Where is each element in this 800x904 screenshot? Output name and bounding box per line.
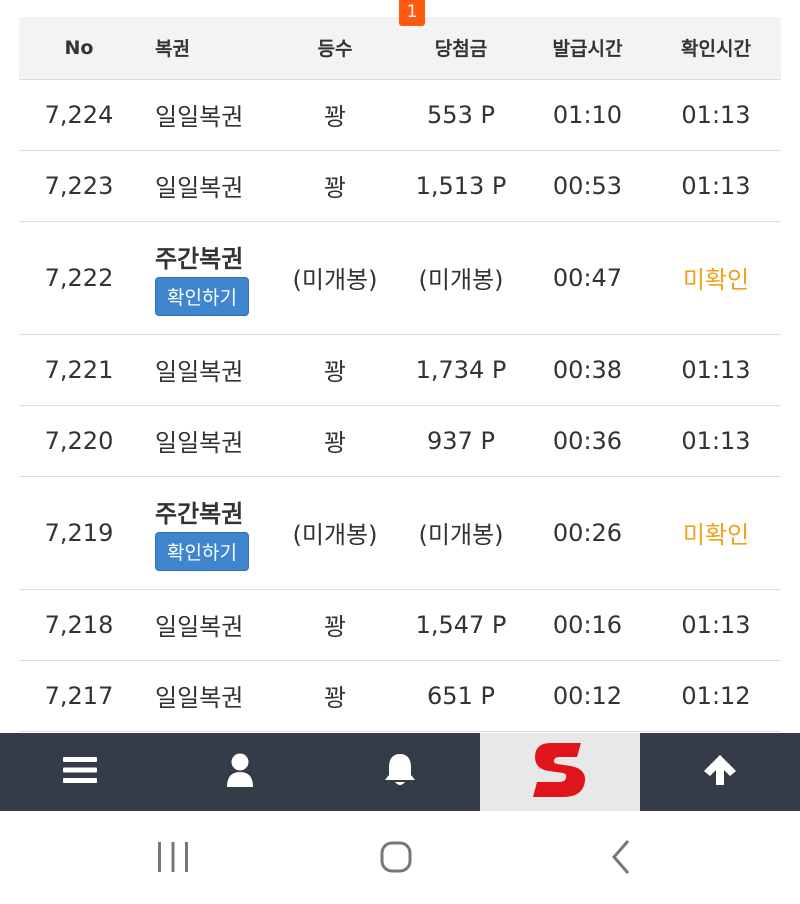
arrow-up-icon bbox=[703, 754, 737, 790]
checked-time: 01:12 bbox=[651, 660, 781, 732]
lottery-type-cell: 일일복권 bbox=[139, 405, 272, 477]
column-header-no: No bbox=[19, 17, 139, 80]
rank: (미개봉) bbox=[272, 221, 398, 335]
table-row: 7,222 주간복권 확인하기 (미개봉) (미개봉) 00:47 미확인 bbox=[19, 221, 781, 335]
home-icon bbox=[379, 840, 413, 878]
prize-amount: 1,734 P bbox=[398, 334, 524, 406]
issued-time: 00:38 bbox=[524, 334, 651, 406]
scroll-top-button[interactable] bbox=[640, 733, 800, 811]
lottery-type-cell: 주간복권확인하기 bbox=[139, 476, 272, 590]
table-row: 7,218 일일복권 꽝 1,547 P 00:16 01:13 bbox=[19, 589, 781, 661]
row-number: 7,222 bbox=[19, 221, 139, 335]
prize-amount: 553 P bbox=[398, 79, 524, 151]
column-header-issued-time: 발급시간 bbox=[524, 17, 651, 80]
menu-button[interactable] bbox=[0, 733, 160, 811]
row-number: 7,217 bbox=[19, 660, 139, 732]
rank: (미개봉) bbox=[272, 476, 398, 590]
checked-time: 01:13 bbox=[651, 79, 781, 151]
column-header-prize: 당첨금 bbox=[398, 17, 524, 80]
lottery-type-cell: 일일복권 bbox=[139, 150, 272, 222]
checked-time: 01:13 bbox=[651, 334, 781, 406]
table-header-row: No 복권 등수 당첨금 발급시간 확인시간 bbox=[19, 17, 781, 80]
row-number: 7,219 bbox=[19, 476, 139, 590]
lottery-type-cell: 주간복권확인하기 bbox=[139, 221, 272, 335]
row-number: 7,224 bbox=[19, 79, 139, 151]
checked-time: 01:13 bbox=[651, 589, 781, 661]
rank: 꽝 bbox=[272, 150, 398, 222]
checked-time: 01:13 bbox=[651, 405, 781, 477]
row-number: 7,221 bbox=[19, 334, 139, 406]
user-icon bbox=[225, 752, 255, 792]
issued-time: 00:26 bbox=[524, 476, 651, 590]
bottom-toolbar bbox=[0, 733, 800, 811]
prize-amount: (미개봉) bbox=[398, 476, 524, 590]
checked-time: 미확인 bbox=[651, 476, 781, 590]
issued-time: 00:53 bbox=[524, 150, 651, 222]
notifications-button[interactable] bbox=[320, 733, 480, 811]
prize-amount: 651 P bbox=[398, 660, 524, 732]
recent-apps-icon bbox=[156, 841, 190, 877]
lottery-type: 주간복권 bbox=[155, 245, 244, 273]
lottery-type-cell: 일일복권 bbox=[139, 660, 272, 732]
site-logo bbox=[529, 735, 591, 809]
row-number: 7,218 bbox=[19, 589, 139, 661]
table-body: 7,224 일일복권 꽝 553 P 01:10 01:13 7,223 일일복권 꽝 1,513… bbox=[19, 79, 781, 732]
table-row: 7,221 일일복권 꽝 1,734 P 00:38 01:13 bbox=[19, 334, 781, 406]
recent-apps-button[interactable] bbox=[133, 836, 213, 882]
column-header-lottery: 복권 bbox=[139, 17, 272, 80]
checked-time: 미확인 bbox=[651, 221, 781, 335]
table-row: 7,217 일일복권 꽝 651 P 00:12 01:12 bbox=[19, 660, 781, 732]
site-logo-button[interactable] bbox=[480, 733, 640, 811]
table-row: 7,223 일일복권 꽝 1,513 P 00:53 01:13 bbox=[19, 150, 781, 222]
issued-time: 00:12 bbox=[524, 660, 651, 732]
screen: No 복권 등수 당첨금 발급시간 확인시간 7,224 일일복권 꽝 553 P 01… bbox=[0, 0, 800, 904]
table-row: 7,220 일일복권 꽝 937 P 00:36 01:13 bbox=[19, 405, 781, 477]
profile-button[interactable] bbox=[160, 733, 320, 811]
prize-amount: 937 P bbox=[398, 405, 524, 477]
lottery-history-table: No 복권 등수 당첨금 발급시간 확인시간 7,224 일일복권 꽝 553 P 01… bbox=[19, 17, 781, 733]
bell-icon bbox=[382, 751, 418, 793]
column-header-checked-time: 확인시간 bbox=[651, 17, 781, 80]
rank: 꽝 bbox=[272, 405, 398, 477]
rank: 꽝 bbox=[272, 589, 398, 661]
check-ticket-button[interactable]: 확인하기 bbox=[155, 532, 249, 571]
issued-time: 00:47 bbox=[524, 221, 651, 335]
rank: 꽝 bbox=[272, 79, 398, 151]
prize-amount: (미개봉) bbox=[398, 221, 524, 335]
issued-time: 01:10 bbox=[524, 79, 651, 151]
checked-time: 01:13 bbox=[651, 150, 781, 222]
lottery-type-cell: 일일복권 bbox=[139, 334, 272, 406]
table-row: 7,224 일일복권 꽝 553 P 01:10 01:13 bbox=[19, 79, 781, 151]
column-header-rank: 등수 bbox=[272, 17, 398, 80]
check-ticket-button[interactable]: 확인하기 bbox=[155, 277, 249, 316]
back-icon bbox=[609, 839, 633, 879]
prize-amount: 1,547 P bbox=[398, 589, 524, 661]
lottery-type-cell: 일일복권 bbox=[139, 79, 272, 151]
issued-time: 00:16 bbox=[524, 589, 651, 661]
lottery-type-cell: 일일복권 bbox=[139, 589, 272, 661]
prize-amount: 1,513 P bbox=[398, 150, 524, 222]
home-button[interactable] bbox=[356, 836, 436, 882]
table-row: 7,219 주간복권 확인하기 (미개봉) (미개봉) 00:26 미확인 bbox=[19, 476, 781, 590]
lottery-type: 주간복권 bbox=[155, 500, 244, 528]
row-number: 7,223 bbox=[19, 150, 139, 222]
row-number: 7,220 bbox=[19, 405, 139, 477]
rank: 꽝 bbox=[272, 334, 398, 406]
issued-time: 00:36 bbox=[524, 405, 651, 477]
menu-icon bbox=[63, 755, 97, 789]
notification-badge: 1 bbox=[399, 0, 425, 26]
rank: 꽝 bbox=[272, 660, 398, 732]
system-navigation-bar bbox=[0, 811, 800, 904]
back-button[interactable] bbox=[581, 836, 661, 882]
